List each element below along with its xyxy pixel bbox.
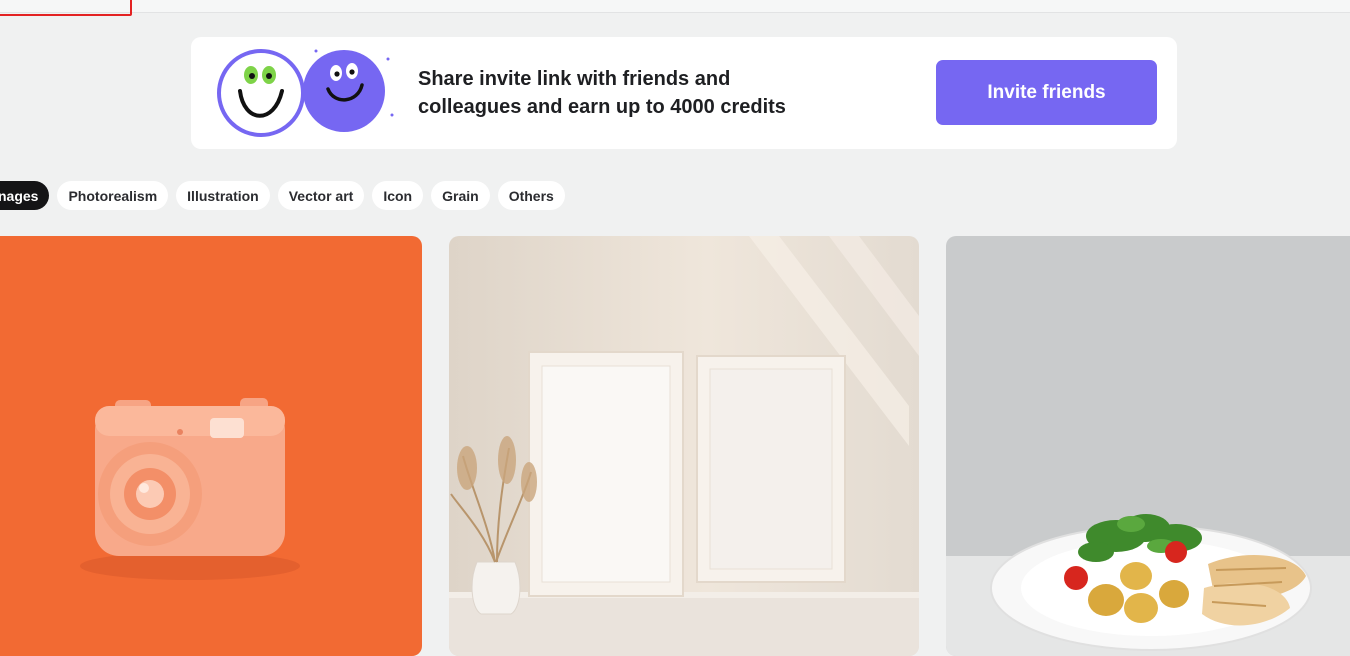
camera-image: [0, 236, 422, 656]
frames-image: [449, 236, 919, 656]
category-filter-bar: nages Photorealism Illustration Vector a…: [0, 181, 565, 210]
image-card-camera[interactable]: [0, 236, 422, 656]
invite-banner: Share invite link with friends and colle…: [191, 37, 1177, 149]
invite-friends-button[interactable]: Invite friends: [936, 60, 1157, 125]
selection-outline: [0, 0, 132, 16]
food-plate-image: [946, 236, 1350, 656]
banner-text-line-1: Share invite link with friends and: [418, 68, 731, 90]
banner-text-line-2: colleagues and earn up to 4000 credits: [418, 96, 786, 118]
filter-chip-images[interactable]: nages: [0, 181, 50, 210]
filter-chip-illustration[interactable]: Illustration: [176, 181, 270, 210]
filter-chip-others[interactable]: Others: [497, 181, 565, 210]
image-card-frames[interactable]: [449, 236, 919, 656]
filter-chip-grain[interactable]: Grain: [431, 181, 490, 210]
invite-banner-text: Share invite link with friends and colle…: [418, 65, 888, 121]
smiley-faces-illustration: [217, 49, 394, 137]
filter-chip-vector-art[interactable]: Vector art: [277, 181, 365, 210]
filter-chip-icon[interactable]: Icon: [372, 181, 424, 210]
top-bar: [0, 0, 1350, 13]
image-card-food[interactable]: [946, 236, 1350, 656]
filter-chip-photorealism[interactable]: Photorealism: [57, 181, 169, 210]
